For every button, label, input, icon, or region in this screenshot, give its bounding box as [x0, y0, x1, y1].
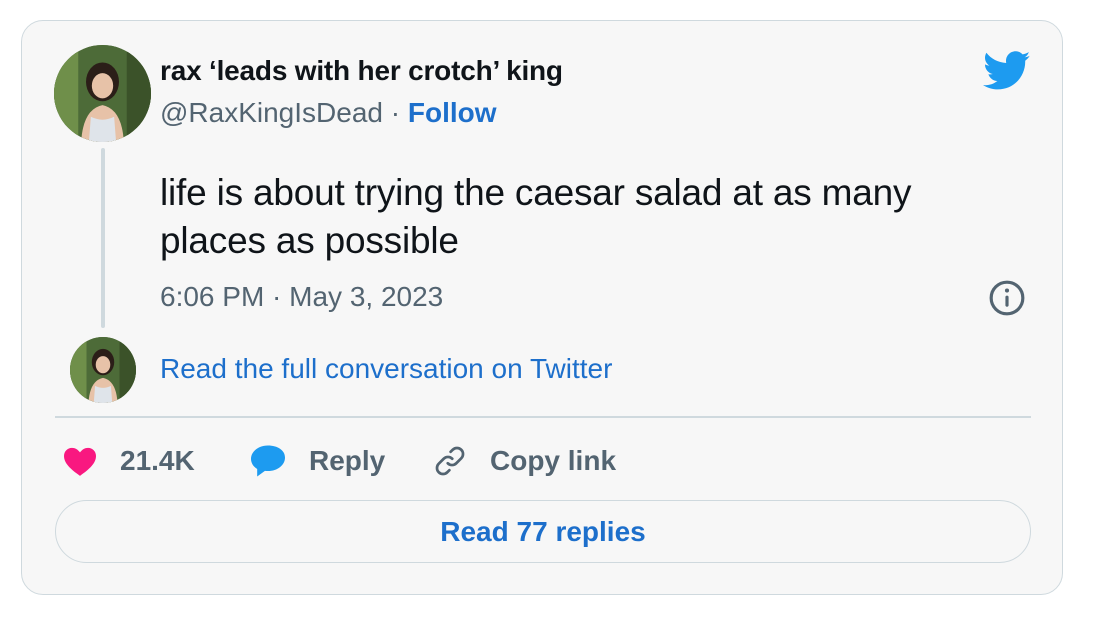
- reply-button[interactable]: Reply: [249, 441, 385, 481]
- copy-link-label: Copy link: [490, 445, 617, 476]
- tweet-card: rax ‘leads with her crotch’ king @RaxKin…: [21, 20, 1063, 595]
- author-handle[interactable]: @RaxKingIsDead: [160, 97, 383, 128]
- thread-connector-line: [101, 148, 105, 328]
- tweet-timestamp[interactable]: 6:06 PM · May 3, 2023: [160, 281, 443, 313]
- link-icon: [435, 446, 465, 476]
- reply-label: Reply: [309, 445, 386, 476]
- copy-link-button[interactable]: Copy link: [432, 441, 616, 481]
- twitter-bird-icon[interactable]: [983, 51, 1031, 91]
- heart-icon: [64, 447, 96, 476]
- read-full-conversation-link[interactable]: Read the full conversation on Twitter: [160, 353, 612, 385]
- like-count: 21.4K: [120, 445, 195, 476]
- author-avatar[interactable]: [54, 45, 151, 142]
- avatar-photo-icon: [54, 45, 151, 142]
- follow-link[interactable]: Follow: [408, 97, 497, 128]
- author-display-name[interactable]: rax ‘leads with her crotch’ king: [160, 55, 563, 87]
- avatar-photo-icon: [70, 337, 136, 403]
- read-replies-button[interactable]: Read 77 replies: [55, 500, 1031, 563]
- tweet-text: life is about trying the caesar salad at…: [160, 172, 912, 261]
- info-icon[interactable]: [988, 279, 1026, 317]
- speech-bubble-icon: [251, 445, 285, 477]
- conversation-avatar[interactable]: [70, 337, 136, 403]
- author-handle-row: @RaxKingIsDead · Follow: [160, 97, 497, 129]
- like-button[interactable]: 21.4K: [62, 441, 195, 481]
- handle-separator: ·: [382, 97, 408, 128]
- actions-divider: [55, 416, 1031, 418]
